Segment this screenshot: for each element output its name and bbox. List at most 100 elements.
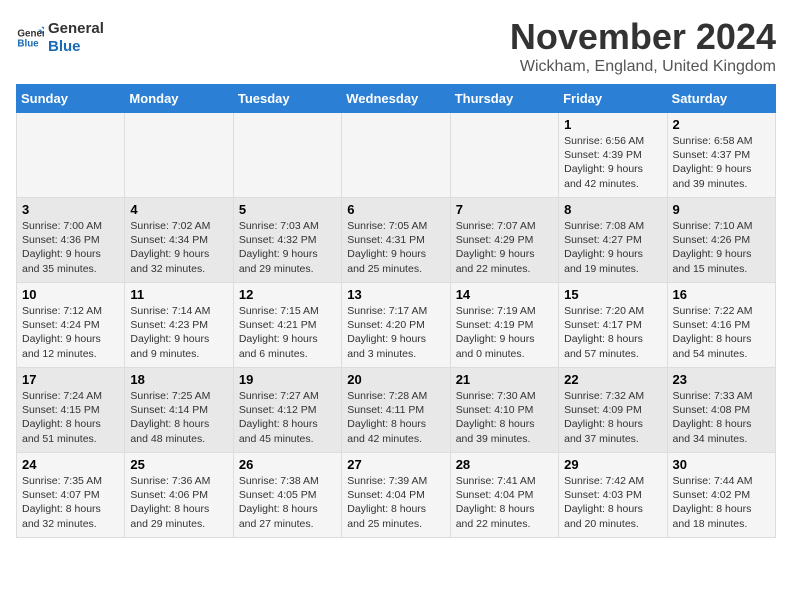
table-row: 7 Sunrise: 7:07 AM Sunset: 4:29 PM Daylig… — [450, 198, 558, 283]
cell-info: Sunrise: 7:30 AM Sunset: 4:10 PM Dayligh… — [456, 389, 553, 446]
day-number: 18 — [130, 372, 227, 387]
day-number: 11 — [130, 287, 227, 302]
table-row: 17Sunrise: 7:24 AM Sunset: 4:15 PM Dayli… — [17, 368, 125, 453]
day-number: 9 — [673, 202, 770, 217]
table-row: 4 Sunrise: 7:02 AM Sunset: 4:34 PM Daylig… — [125, 198, 233, 283]
table-row: 19 Sunrise: 7:27 AM Sunset: 4:12 PM Dayli… — [233, 368, 341, 453]
cell-info: Sunrise: 7:32 AM Sunset: 4:09 PM Dayligh… — [564, 389, 661, 446]
table-row: 12 Sunrise: 7:15 AM Sunset: 4:21 PM Dayli… — [233, 283, 341, 368]
table-row: 16 Sunrise: 7:22 AM Sunset: 4:16 PM Dayli… — [667, 283, 775, 368]
table-row: 28 Sunrise: 7:41 AM Sunset: 4:04 PM Dayli… — [450, 453, 558, 538]
cell-info: Sunrise: 6:56 AM Sunset: 4:39 PM Dayligh… — [564, 134, 661, 191]
header-wednesday: Wednesday — [342, 85, 450, 113]
cell-info: Sunrise: 7:15 AM Sunset: 4:21 PM Dayligh… — [239, 304, 336, 361]
cell-info: Sunrise: 7:05 AM Sunset: 4:31 PM Dayligh… — [347, 219, 444, 276]
cell-info: Sunrise: 7:33 AM Sunset: 4:08 PM Dayligh… — [673, 389, 770, 446]
cell-info: Sunrise: 7:44 AM Sunset: 4:02 PM Dayligh… — [673, 474, 770, 531]
day-number: 20 — [347, 372, 444, 387]
day-number: 25 — [130, 457, 227, 472]
cell-info: Sunrise: 7:10 AM Sunset: 4:26 PM Dayligh… — [673, 219, 770, 276]
day-number: 22 — [564, 372, 661, 387]
table-row: 22 Sunrise: 7:32 AM Sunset: 4:09 PM Dayli… — [559, 368, 667, 453]
cell-info: Sunrise: 7:00 AM Sunset: 4:36 PM Dayligh… — [22, 219, 119, 276]
cell-info: Sunrise: 7:02 AM Sunset: 4:34 PM Dayligh… — [130, 219, 227, 276]
table-row: 18 Sunrise: 7:25 AM Sunset: 4:14 PM Dayli… — [125, 368, 233, 453]
day-number: 2 — [673, 117, 770, 132]
header-friday: Friday — [559, 85, 667, 113]
day-number: 7 — [456, 202, 553, 217]
cell-info: Sunrise: 7:35 AM Sunset: 4:07 PM Dayligh… — [22, 474, 119, 531]
day-number: 29 — [564, 457, 661, 472]
title-section: November 2024 Wickham, England, United K… — [510, 16, 776, 76]
table-row — [233, 113, 341, 198]
day-number: 3 — [22, 202, 119, 217]
cell-info: Sunrise: 7:17 AM Sunset: 4:20 PM Dayligh… — [347, 304, 444, 361]
calendar-body: 1Sunrise: 6:56 AM Sunset: 4:39 PM Daylig… — [17, 113, 776, 538]
table-row — [17, 113, 125, 198]
cell-info: Sunrise: 7:03 AM Sunset: 4:32 PM Dayligh… — [239, 219, 336, 276]
table-row: 1Sunrise: 6:56 AM Sunset: 4:39 PM Daylig… — [559, 113, 667, 198]
day-number: 8 — [564, 202, 661, 217]
cell-info: Sunrise: 7:41 AM Sunset: 4:04 PM Dayligh… — [456, 474, 553, 531]
table-row: 5 Sunrise: 7:03 AM Sunset: 4:32 PM Daylig… — [233, 198, 341, 283]
table-row: 21Sunrise: 7:30 AM Sunset: 4:10 PM Dayli… — [450, 368, 558, 453]
table-row: 24 Sunrise: 7:35 AM Sunset: 4:07 PM Dayli… — [17, 453, 125, 538]
cell-info: Sunrise: 7:39 AM Sunset: 4:04 PM Dayligh… — [347, 474, 444, 531]
table-row: 9 Sunrise: 7:10 AM Sunset: 4:26 PM Daylig… — [667, 198, 775, 283]
cell-info: Sunrise: 7:28 AM Sunset: 4:11 PM Dayligh… — [347, 389, 444, 446]
day-number: 17 — [22, 372, 119, 387]
day-number: 26 — [239, 457, 336, 472]
cell-info: Sunrise: 6:58 AM Sunset: 4:37 PM Dayligh… — [673, 134, 770, 191]
table-row: 8 Sunrise: 7:08 AM Sunset: 4:27 PM Daylig… — [559, 198, 667, 283]
table-row — [450, 113, 558, 198]
day-number: 14 — [456, 287, 553, 302]
header-monday: Monday — [125, 85, 233, 113]
cell-info: Sunrise: 7:12 AM Sunset: 4:24 PM Dayligh… — [22, 304, 119, 361]
cell-info: Sunrise: 7:22 AM Sunset: 4:16 PM Dayligh… — [673, 304, 770, 361]
cell-info: Sunrise: 7:36 AM Sunset: 4:06 PM Dayligh… — [130, 474, 227, 531]
header-sunday: Sunday — [17, 85, 125, 113]
calendar-table: Sunday Monday Tuesday Wednesday Thursday… — [16, 84, 776, 538]
table-row: 23Sunrise: 7:33 AM Sunset: 4:08 PM Dayli… — [667, 368, 775, 453]
table-row: 15Sunrise: 7:20 AM Sunset: 4:17 PM Dayli… — [559, 283, 667, 368]
day-number: 28 — [456, 457, 553, 472]
table-row: 29Sunrise: 7:42 AM Sunset: 4:03 PM Dayli… — [559, 453, 667, 538]
cell-info: Sunrise: 7:07 AM Sunset: 4:29 PM Dayligh… — [456, 219, 553, 276]
table-row: 20 Sunrise: 7:28 AM Sunset: 4:11 PM Dayli… — [342, 368, 450, 453]
header-saturday: Saturday — [667, 85, 775, 113]
day-number: 5 — [239, 202, 336, 217]
cell-info: Sunrise: 7:14 AM Sunset: 4:23 PM Dayligh… — [130, 304, 227, 361]
table-row: 27 Sunrise: 7:39 AM Sunset: 4:04 PM Dayli… — [342, 453, 450, 538]
day-number: 19 — [239, 372, 336, 387]
day-number: 12 — [239, 287, 336, 302]
day-number: 27 — [347, 457, 444, 472]
table-row: 3 Sunrise: 7:00 AM Sunset: 4:36 PM Daylig… — [17, 198, 125, 283]
header-tuesday: Tuesday — [233, 85, 341, 113]
day-number: 24 — [22, 457, 119, 472]
logo-icon: General Blue — [16, 24, 44, 52]
day-number: 13 — [347, 287, 444, 302]
table-row: 30 Sunrise: 7:44 AM Sunset: 4:02 PM Dayli… — [667, 453, 775, 538]
table-row: 6 Sunrise: 7:05 AM Sunset: 4:31 PM Daylig… — [342, 198, 450, 283]
page-subtitle: Wickham, England, United Kingdom — [510, 58, 776, 76]
cell-info: Sunrise: 7:27 AM Sunset: 4:12 PM Dayligh… — [239, 389, 336, 446]
svg-text:Blue: Blue — [17, 38, 39, 49]
day-number: 16 — [673, 287, 770, 302]
table-row — [342, 113, 450, 198]
table-row: 13 Sunrise: 7:17 AM Sunset: 4:20 PM Dayli… — [342, 283, 450, 368]
cell-info: Sunrise: 7:38 AM Sunset: 4:05 PM Dayligh… — [239, 474, 336, 531]
day-number: 30 — [673, 457, 770, 472]
cell-info: Sunrise: 7:25 AM Sunset: 4:14 PM Dayligh… — [130, 389, 227, 446]
calendar-header: Sunday Monday Tuesday Wednesday Thursday… — [17, 85, 776, 113]
logo: General Blue General Blue — [16, 20, 104, 56]
day-number: 6 — [347, 202, 444, 217]
logo-text-general: General — [48, 20, 104, 38]
table-row: 10Sunrise: 7:12 AM Sunset: 4:24 PM Dayli… — [17, 283, 125, 368]
table-row: 11 Sunrise: 7:14 AM Sunset: 4:23 PM Dayli… — [125, 283, 233, 368]
page-title: November 2024 — [510, 16, 776, 58]
cell-info: Sunrise: 7:08 AM Sunset: 4:27 PM Dayligh… — [564, 219, 661, 276]
table-row: 26 Sunrise: 7:38 AM Sunset: 4:05 PM Dayli… — [233, 453, 341, 538]
day-number: 4 — [130, 202, 227, 217]
logo-text-blue: Blue — [48, 38, 104, 56]
table-row: 14Sunrise: 7:19 AM Sunset: 4:19 PM Dayli… — [450, 283, 558, 368]
